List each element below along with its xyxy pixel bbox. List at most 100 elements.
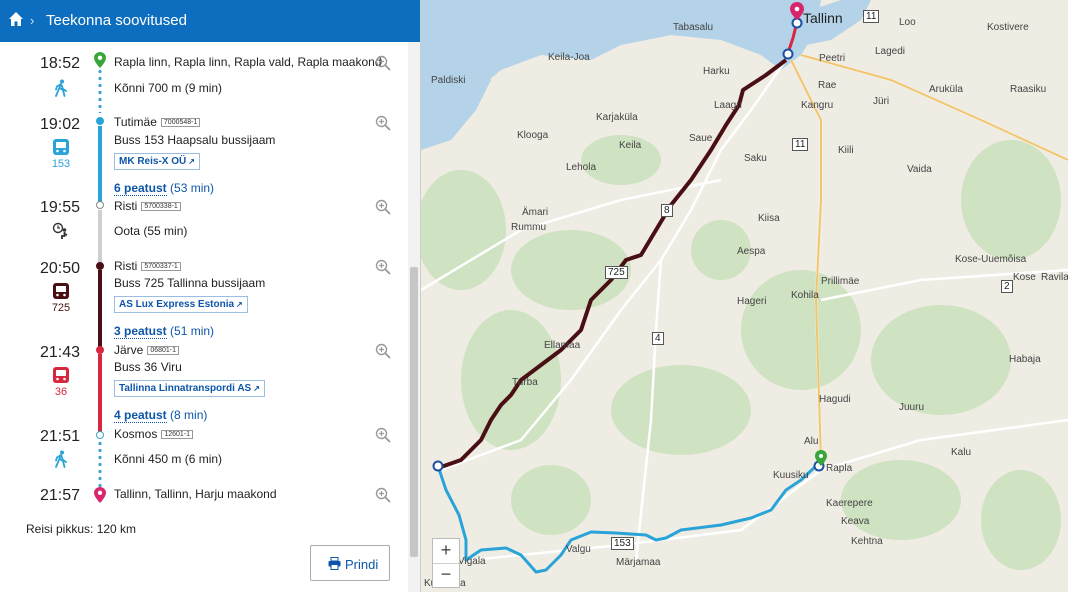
scrollbar[interactable] <box>408 42 420 592</box>
route-number: 36 <box>54 386 68 398</box>
stop-node <box>96 346 104 354</box>
map-label: Juuru <box>899 402 925 413</box>
road-shield-2: 2 <box>1001 280 1013 293</box>
printer-icon <box>328 557 341 570</box>
map-label: Märjamaa <box>616 557 661 568</box>
external-link-icon: ↗ <box>236 300 243 309</box>
stop-code: 12601-1 <box>161 430 194 440</box>
departure-time: 18:52 <box>39 55 80 72</box>
map-label: Karjaküla <box>596 112 638 123</box>
stop-node <box>96 117 104 125</box>
map-label: Lagedi <box>875 46 906 57</box>
map-label: Kehtna <box>851 536 883 547</box>
road-shield-11: 11 <box>863 10 880 23</box>
page-title: Teekonna soovitused <box>46 12 187 29</box>
map-label: Vigala <box>458 556 486 567</box>
zoom-to-stop-icon[interactable] <box>375 343 391 359</box>
stops-toggle[interactable]: 4 peatust (8 min) <box>114 408 207 423</box>
stop-code: 7000548-1 <box>160 118 201 128</box>
operator-link[interactable]: Tallinna Linnatranspordi AS ↗ <box>114 380 265 397</box>
departure-time: 19:55 <box>39 199 80 216</box>
map-label: Hageri <box>737 296 767 307</box>
map-label: Alu <box>804 436 819 447</box>
walk-icon <box>55 79 67 97</box>
external-link-icon: ↗ <box>188 157 195 166</box>
stop-name: Risti 5700338-1 <box>114 199 181 213</box>
walk-detail: Kõnni 700 m (9 min) <box>114 81 223 95</box>
map-label: Kiisa <box>758 213 780 224</box>
map-label: Tallinn <box>803 10 843 26</box>
print-button[interactable]: Prindi <box>310 545 390 581</box>
road-shield-8: 8 <box>661 204 673 217</box>
route-description: Buss 725 Tallinna bussijaam <box>114 276 266 290</box>
destination-pin-icon <box>94 487 106 503</box>
zoom-to-stop-icon[interactable] <box>375 115 391 131</box>
map-label: Harku <box>703 66 730 77</box>
departure-time: 21:51 <box>39 428 80 445</box>
map-label: Lehola <box>566 162 597 173</box>
zoom-to-stop-icon[interactable] <box>375 259 391 275</box>
operator-link[interactable]: AS Lux Express Estonia ↗ <box>114 296 248 313</box>
map-label: Kalu <box>951 447 972 458</box>
map-zoom-control: + − <box>432 538 460 588</box>
map-label: Ämari <box>522 207 549 218</box>
route-number: 725 <box>51 302 71 314</box>
walk-detail: Kõnni 450 m (6 min) <box>114 452 223 466</box>
stop-name: Järve 06801-1 <box>114 343 180 357</box>
zoom-out-button[interactable]: − <box>433 563 459 587</box>
zoom-to-stop-icon[interactable] <box>375 487 391 503</box>
stop-name: Risti 5700337-1 <box>114 259 181 273</box>
map-label: Keava <box>841 516 870 527</box>
bus-153-segment <box>98 126 102 204</box>
walk-icon <box>55 450 67 468</box>
map-label: Tabasalu <box>673 22 714 33</box>
bus-725-segment <box>98 270 102 350</box>
zoom-in-button[interactable]: + <box>433 539 459 564</box>
bus-icon <box>53 367 69 383</box>
road-shield-153: 153 <box>611 537 634 550</box>
map-label: Turba <box>512 377 538 388</box>
stops-toggle[interactable]: 3 peatust (51 min) <box>114 324 214 339</box>
map-label: Saku <box>744 153 767 164</box>
origin-pin-icon <box>94 52 106 68</box>
map-label: Ravila <box>1041 272 1068 283</box>
departure-time: 21:43 <box>39 344 80 361</box>
map-label: Peetri <box>819 53 846 64</box>
bus-icon <box>53 283 69 299</box>
departure-time: 20:50 <box>39 260 80 277</box>
map-label: Prillimäe <box>821 276 860 287</box>
header-bar: › Teekonna soovitused <box>0 0 420 42</box>
map-label: Keila-Joa <box>548 52 590 63</box>
map-label: Raasiku <box>1010 84 1047 95</box>
departure-time: 19:02 <box>39 116 80 133</box>
zoom-to-stop-icon[interactable] <box>375 55 391 71</box>
scrollbar-thumb[interactable] <box>410 267 418 557</box>
external-link-icon: ↗ <box>253 384 260 393</box>
stop-name: Kosmos 12601-1 <box>114 427 194 441</box>
stop-name: Tutimäe 7000548-1 <box>114 115 201 129</box>
stop-code: 5700338-1 <box>141 202 181 212</box>
stop-code: 06801-1 <box>147 346 180 356</box>
map-label: Loo <box>899 17 916 28</box>
map-view[interactable]: 725 153 11 4 11 8 2 Tallinn Tabasalu Pal… <box>421 0 1068 592</box>
stop-code: 5700337-1 <box>141 262 181 272</box>
map-label: Kohila <box>791 290 819 301</box>
map-label: Ellamaa <box>544 340 581 351</box>
itinerary-panel: › Teekonna soovitused 18:52 Rapla linn, … <box>0 0 421 592</box>
map-label: Kuusiku <box>773 470 809 481</box>
zoom-to-stop-icon[interactable] <box>375 199 391 215</box>
map-label: Kiili <box>838 145 854 156</box>
map-label: Vaida <box>907 164 932 175</box>
walk-segment <box>98 68 102 113</box>
map-label: Kangru <box>801 100 834 111</box>
stop-node <box>96 431 104 439</box>
stops-toggle[interactable]: 6 peatust (53 min) <box>114 181 214 196</box>
map-label: Paldiski <box>431 75 466 86</box>
map-label: Klooga <box>517 130 549 141</box>
home-icon[interactable] <box>8 11 24 27</box>
zoom-to-stop-icon[interactable] <box>375 427 391 443</box>
stop-node <box>96 262 104 270</box>
map-label: Rapla <box>826 463 853 474</box>
map-label: Kose <box>1013 272 1036 283</box>
operator-link[interactable]: MK Reis-X OÜ ↗ <box>114 153 200 170</box>
